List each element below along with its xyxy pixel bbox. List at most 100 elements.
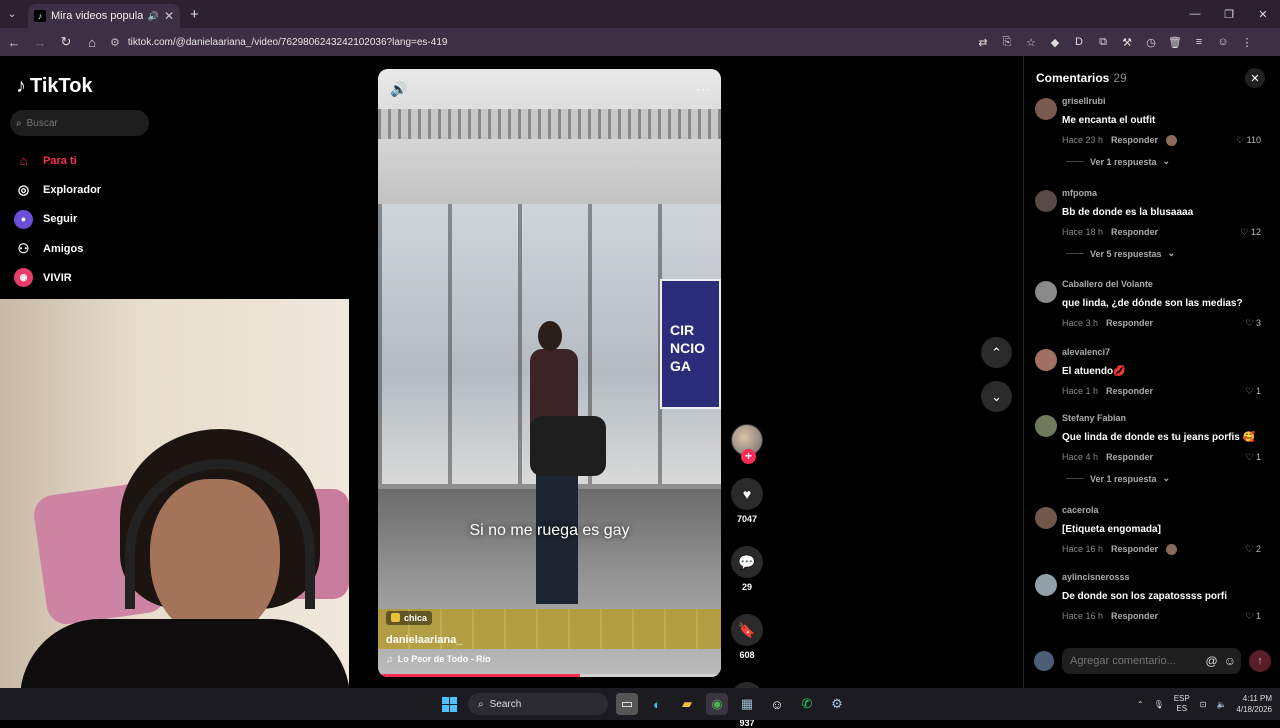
reply-button[interactable]: Responder	[1111, 544, 1158, 554]
forward-icon[interactable]: →	[28, 28, 52, 56]
commenter-avatar[interactable]	[1035, 190, 1057, 212]
browser-menu-icon[interactable]: ⋮	[1240, 36, 1254, 49]
new-tab-button[interactable]: +	[190, 6, 199, 23]
sidebar-item-vivir[interactable]: ◉ VIVIR	[14, 263, 101, 292]
view-replies-button[interactable]: Ver 1 respuesta ⌄	[1066, 473, 1280, 484]
language-indicator[interactable]: ESP ES	[1174, 694, 1190, 714]
tray-chevron-up-icon[interactable]: ⌃	[1137, 700, 1144, 709]
comment-username[interactable]: cacerola	[1062, 505, 1280, 517]
reply-button[interactable]: Responder	[1111, 135, 1158, 145]
close-window-button[interactable]: ✕	[1246, 0, 1280, 28]
search-box[interactable]: ⌕	[10, 110, 149, 136]
comment-username[interactable]: aylincisnerosss	[1062, 572, 1280, 584]
tab-search-icon[interactable]: ⌄	[0, 0, 24, 28]
comment-username[interactable]: Caballero del Volante	[1062, 279, 1280, 291]
close-tab-icon[interactable]: ✕	[164, 9, 174, 23]
reading-list-icon[interactable]: ≡	[1192, 36, 1206, 48]
extensions-puzzle-icon[interactable]: ⧉	[1096, 36, 1110, 49]
comment-action[interactable]: 💬 29	[731, 546, 763, 592]
profile-icon[interactable]: ☺	[1216, 36, 1230, 48]
task-view-icon[interactable]: ▭	[616, 693, 638, 715]
reply-button[interactable]: Responder	[1106, 452, 1153, 462]
comment-username[interactable]: grisellrubi	[1062, 96, 1280, 108]
more-options-icon[interactable]: ⋯	[696, 81, 710, 98]
follow-plus-icon[interactable]: +	[741, 449, 756, 464]
network-icon[interactable]: ⊡	[1200, 700, 1207, 709]
comment-input[interactable]	[1070, 655, 1188, 667]
back-icon[interactable]: ←	[2, 28, 26, 56]
whatsapp-icon[interactable]: ✆	[796, 693, 818, 715]
comment-box[interactable]: @ ☺	[1062, 648, 1241, 674]
close-comments-icon[interactable]: ✕	[1245, 68, 1265, 88]
windows-start-icon[interactable]	[438, 693, 460, 715]
comment-like-button[interactable]: ♡ 12	[1240, 227, 1261, 238]
reply-button[interactable]: Responder	[1111, 227, 1158, 237]
browser-tab[interactable]: ♪ Mira videos populares selec 🔊 ✕	[28, 4, 180, 28]
calculator-icon[interactable]: ▦	[736, 693, 758, 715]
minimize-button[interactable]: —	[1178, 0, 1212, 28]
comment-like-button[interactable]: ♡ 1	[1245, 611, 1261, 622]
home-page-icon[interactable]: ⌂	[80, 28, 104, 56]
view-replies-button[interactable]: Ver 1 respuesta ⌄	[1066, 156, 1280, 167]
save-action[interactable]: 🔖 608	[731, 614, 763, 660]
restore-button[interactable]: ❐	[1212, 0, 1246, 28]
history-icon[interactable]: ◷	[1144, 36, 1158, 49]
next-video-chevron-down-icon[interactable]: ⌄	[981, 381, 1012, 412]
sidebar-item-amigos[interactable]: ⚇ Amigos	[14, 234, 101, 263]
video-tag[interactable]: chica	[386, 610, 433, 625]
site-info-icon[interactable]: ⚙	[110, 36, 120, 49]
extension-tools-icon[interactable]: ⚒	[1120, 36, 1134, 49]
bookmark-icon[interactable]: 🔖	[731, 614, 763, 646]
emoji-icon[interactable]: ☺	[1224, 654, 1236, 668]
translate-icon[interactable]: ⇄	[976, 36, 990, 49]
clock[interactable]: 4:11 PM 4/18/2026	[1236, 693, 1272, 715]
search-input[interactable]	[26, 117, 127, 129]
comment-username[interactable]: mfpoma	[1062, 188, 1280, 200]
commenter-avatar[interactable]	[1035, 349, 1057, 371]
steam-icon[interactable]: ⚙	[826, 693, 848, 715]
commenter-avatar[interactable]	[1035, 507, 1057, 529]
comment-icon[interactable]: 💬	[731, 546, 763, 578]
taskbar-search[interactable]: ⌕ Search	[468, 693, 608, 715]
reply-button[interactable]: Responder	[1111, 611, 1158, 621]
video-progress-bar[interactable]	[378, 674, 721, 677]
reply-button[interactable]: Responder	[1106, 318, 1153, 328]
commenter-avatar[interactable]	[1035, 281, 1057, 303]
previous-video-chevron-up-icon[interactable]: ⌃	[981, 337, 1012, 368]
comment-like-button[interactable]: ♡ 1	[1245, 452, 1261, 463]
extension-d-icon[interactable]: D	[1072, 36, 1086, 48]
extension-diamond-icon[interactable]: ◆	[1048, 36, 1062, 49]
commenter-avatar[interactable]	[1035, 415, 1057, 437]
comment-like-button[interactable]: ♡ 1	[1245, 386, 1261, 397]
microphone-icon[interactable]: 🎙	[1154, 700, 1164, 709]
send-button[interactable]: ↑	[1249, 650, 1271, 672]
url-field[interactable]: ⚙ tiktok.com/@danielaariana_/video/76298…	[110, 31, 960, 53]
volume-icon[interactable]: 🔊	[390, 81, 407, 98]
chrome-icon[interactable]: ◉	[706, 693, 728, 715]
video-sound[interactable]: ♫ Lo Peor de Todo - Río	[386, 654, 491, 664]
comment-like-button[interactable]: ♡ 2	[1245, 544, 1261, 555]
volume-tray-icon[interactable]: 🔈	[1216, 700, 1226, 709]
video-username[interactable]: danielaariana_	[386, 634, 491, 646]
comment-like-button[interactable]: ♡ 3	[1245, 318, 1261, 329]
creator-avatar[interactable]: +	[731, 424, 763, 464]
file-explorer-icon[interactable]: ▰	[676, 693, 698, 715]
commenter-avatar[interactable]	[1035, 574, 1057, 596]
sidebar-item-explorador[interactable]: ◎ Explorador	[14, 175, 101, 204]
discord-like-icon[interactable]: ☺	[766, 693, 788, 715]
video-player[interactable]: CIR NCIO GA Si no me ruega es gay 🔊 ⋯ ch…	[378, 69, 721, 677]
reload-icon[interactable]: ↻	[54, 28, 78, 56]
delete-icon[interactable]: 🗑	[1168, 36, 1182, 49]
comment-like-button[interactable]: ♡ 110	[1236, 135, 1261, 146]
view-replies-button[interactable]: Ver 5 respuestas ⌄	[1066, 248, 1280, 259]
install-app-icon[interactable]: ⎘	[1000, 36, 1014, 49]
commenter-avatar[interactable]	[1035, 98, 1057, 120]
mention-icon[interactable]: @	[1206, 654, 1218, 668]
bookmark-star-icon[interactable]: ☆	[1024, 36, 1038, 49]
comment-username[interactable]: alevalenci7	[1062, 347, 1280, 359]
reply-button[interactable]: Responder	[1106, 386, 1153, 396]
heart-icon[interactable]: ♥	[731, 478, 763, 510]
edge-icon[interactable]: ◐	[646, 693, 668, 715]
sidebar-item-para-ti[interactable]: ⌂ Para ti	[14, 146, 101, 175]
sidebar-item-seguir[interactable]: ● Seguir	[14, 205, 101, 234]
